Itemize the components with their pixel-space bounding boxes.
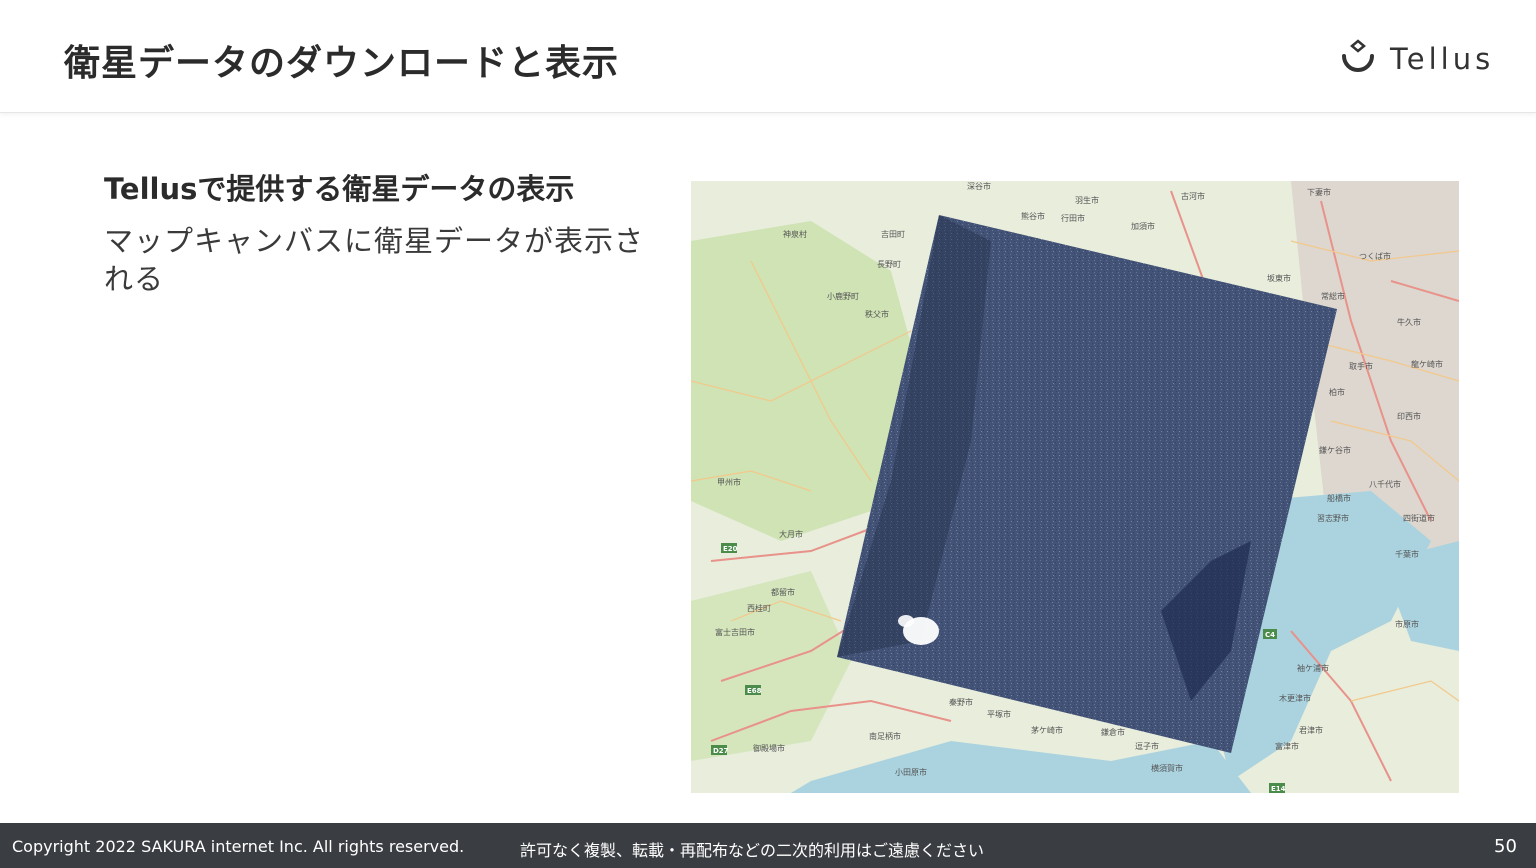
map-label: 秦野市 [949,697,973,707]
map-label: 甲州市 [717,477,741,487]
map-label: 富津市 [1275,741,1299,751]
tellus-logo-text: Tellus [1390,42,1495,76]
map-label: 柏市 [1329,387,1345,397]
tellus-logo: Tellus [1338,38,1518,82]
map-label: 習志野市 [1317,513,1349,523]
map-label: 牛久市 [1397,317,1421,327]
map-label: 神泉村 [783,229,807,239]
map-label: つくば市 [1359,251,1391,261]
map-label: 小鹿野町 [827,291,859,301]
map-label: 八千代市 [1369,479,1401,489]
map-label: 熊谷市 [1021,211,1045,221]
map-label: 御殿場市 [753,743,785,753]
map-label: 千葉市 [1395,549,1419,559]
map-label: 鎌ケ谷市 [1319,445,1351,455]
map-label: 加須市 [1131,221,1155,231]
map-label: 行田市 [1061,213,1085,223]
map-label: 取手市 [1349,361,1373,371]
map-label: 長野町 [877,260,901,269]
map-road-marker: E68 [747,687,762,695]
section-body-text: マップキャンバスに衛星データが表示される [104,224,645,296]
page-number: 50 [1494,836,1517,857]
map-label: 木更津市 [1279,693,1311,703]
slide-title: 衛星データのダウンロードと表示 [64,43,620,84]
map-label: 市原市 [1395,619,1419,629]
map-road-marker: E14 [1271,785,1286,793]
map-label: 君津市 [1299,725,1323,735]
map-label: 逗子市 [1135,741,1159,751]
map-canvas[interactable]: 深谷市 羽生市 古河市 下妻市 熊谷市 行田市 加須市 神泉村 長野町 吉田町 … [691,181,1459,793]
slide-footer: Copyright 2022 SAKURA internet Inc. All … [0,823,1536,868]
map-svg: 深谷市 羽生市 古河市 下妻市 熊谷市 行田市 加須市 神泉村 長野町 吉田町 … [691,181,1459,793]
map-label: 小田原市 [895,767,927,777]
map-label: 印西市 [1397,411,1421,421]
map-label: 龍ケ崎市 [1411,359,1443,369]
map-label: 下妻市 [1307,187,1331,197]
map-label: 西桂町 [747,603,771,613]
tellus-logo-icon [1342,39,1374,72]
map-label: 鎌倉市 [1101,727,1125,737]
footer-notice: 許可なく複製、転載・再配布などの二次的利用はご遠慮ください [520,841,985,860]
map-label: 常総市 [1321,291,1345,301]
map-label: 富士吉田市 [715,627,755,637]
map-label: 秩父市 [865,309,889,319]
map-label: 吉田町 [881,230,905,239]
slide-header: 衛星データのダウンロードと表示 Tellus [0,0,1536,113]
map-label: 深谷市 [967,181,991,191]
map-label: 平塚市 [987,709,1011,719]
map-label: 都留市 [771,587,795,597]
footer-copyright: Copyright 2022 SAKURA internet Inc. All … [12,837,465,856]
map-road-marker: D27 [713,747,729,755]
map-road-marker: E20 [723,545,738,553]
satellite-cloud [898,615,914,627]
map-label: 船橋市 [1327,493,1351,503]
map-label: 横須賀市 [1151,763,1183,773]
map-label: 大月市 [779,529,803,539]
map-label: 袖ケ浦市 [1297,663,1329,673]
map-label: 四街道市 [1403,513,1435,523]
map-label: 羽生市 [1075,195,1099,205]
map-label: 茅ケ崎市 [1031,725,1063,735]
map-road-marker: C4 [1265,631,1275,639]
map-label: 南足柄市 [869,731,901,741]
map-label: 古河市 [1181,191,1205,201]
map-label: 坂東市 [1267,273,1291,283]
section-heading: Tellusで提供する衛星データの表示 [104,172,575,206]
